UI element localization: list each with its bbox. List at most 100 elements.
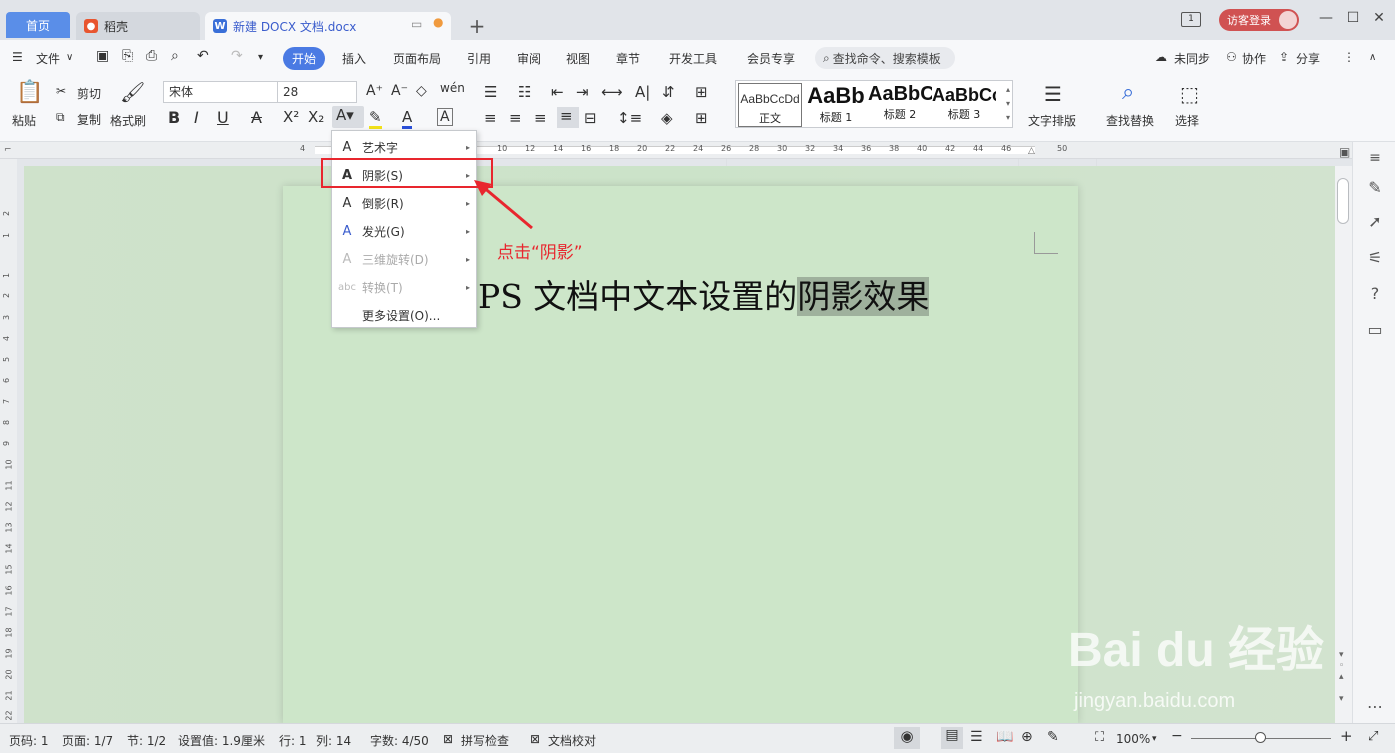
page-view-icon[interactable]: ▤ [941, 727, 963, 749]
sort-icon[interactable]: ⇵ [662, 83, 675, 101]
tab-start[interactable]: 开始 [283, 47, 326, 70]
menu-file[interactable]: 文件 [36, 50, 60, 67]
distribute-icon[interactable]: ⊟ [584, 109, 597, 127]
tab-page-layout[interactable]: 页面布局 [393, 50, 441, 67]
status-page-code[interactable]: 页码: 1 [9, 732, 49, 749]
minimize-button[interactable]: — [1316, 10, 1336, 26]
menu-item-3d-rotation[interactable]: A 三维旋转(D) ▸ [332, 245, 478, 273]
document-text[interactable]: PS 文档中文本设置的阴影效果 [478, 270, 930, 318]
clear-format-icon[interactable]: ◇ [416, 83, 427, 99]
italic-icon[interactable]: I [194, 108, 199, 127]
spell-check-button[interactable]: 拼写检查 [461, 732, 509, 749]
visitor-login-button[interactable]: 访客登录 [1219, 9, 1299, 31]
style-heading2[interactable]: AaBbC 标题 2 [868, 83, 932, 127]
format-painter-button[interactable]: 格式刷 [110, 112, 146, 129]
tab-home[interactable]: 首页 [6, 12, 70, 38]
tab-chapter[interactable]: 章节 [616, 50, 640, 67]
align-right-icon[interactable]: ≡ [534, 109, 547, 127]
screen-icon[interactable]: ▭ [411, 17, 422, 31]
text-effect-icon[interactable]: A▾ [332, 106, 364, 128]
font-color-icon[interactable]: A [402, 108, 413, 129]
proofread-icon[interactable]: ⊠ [530, 732, 540, 746]
find-replace-button[interactable]: 查找替换 [1106, 112, 1154, 129]
find-icon[interactable]: ⌕ [1122, 80, 1134, 105]
box-icon[interactable]: ▭ [1365, 320, 1385, 339]
menu-item-glow[interactable]: A 发光(G) ▸ [332, 217, 478, 245]
tab-developer[interactable]: 开发工具 [669, 50, 717, 67]
scrollbar-thumb[interactable] [1337, 178, 1349, 224]
command-search-input[interactable]: ⌕ 查找命令、搜索模板 [815, 47, 955, 69]
shrink-font-icon[interactable]: A⁻ [391, 83, 408, 99]
maximize-button[interactable]: ☐ [1343, 10, 1363, 26]
zoom-slider-thumb[interactable] [1255, 732, 1266, 743]
numbering-icon[interactable]: ☷ [518, 83, 531, 101]
font-size-select[interactable]: 28 [277, 81, 357, 103]
tab-review[interactable]: 审阅 [517, 50, 541, 67]
font-family-select[interactable]: 宋体 [163, 81, 278, 103]
menu-item-transform[interactable]: abc 转换(T) ▸ [332, 273, 478, 301]
close-button[interactable]: ✕ [1369, 10, 1389, 26]
borders-icon[interactable]: ⊞ [695, 109, 708, 127]
cursor-icon[interactable]: ➚ [1365, 212, 1385, 231]
save-icon[interactable]: ▣ [96, 48, 109, 64]
text-direction-icon[interactable]: A| [635, 83, 650, 101]
outline-view-icon[interactable]: ☰ [970, 729, 983, 745]
status-section[interactable]: 节: 1/2 [127, 732, 166, 749]
status-setting[interactable]: 设置值: 1.9厘米 [178, 732, 265, 749]
redo-icon[interactable]: ↷ [231, 48, 243, 64]
select-icon[interactable]: ⬚ [1180, 82, 1199, 106]
menu-item-wordart[interactable]: A 艺术字 ▸ [332, 133, 478, 161]
zoom-level[interactable]: 100% [1116, 732, 1150, 746]
tab-member[interactable]: 会员专享 [747, 50, 795, 67]
style-heading3[interactable]: AaBbCc 标题 3 [932, 83, 996, 127]
subscript-icon[interactable]: X₂ [308, 108, 324, 126]
status-row[interactable]: 行: 1 [279, 732, 307, 749]
phonetic-icon[interactable]: wén [440, 81, 465, 95]
style-heading1[interactable]: AaBb 标题 1 [804, 83, 868, 127]
line-spacing-icon[interactable]: ↕≡ [617, 109, 642, 127]
export-icon[interactable]: ⎘ [122, 48, 133, 64]
decrease-indent-icon[interactable]: ⇤ [551, 83, 564, 101]
write-view-icon[interactable]: ✎ [1047, 729, 1059, 745]
page-nav-icon[interactable]: ▾ ◦ ▴ ▾ [1339, 650, 1344, 705]
window-count-icon[interactable]: 1 [1181, 12, 1201, 27]
help-icon[interactable]: ? [1365, 284, 1385, 303]
zoom-dropdown-icon[interactable]: ▾ [1152, 734, 1157, 744]
cut-button[interactable]: 剪切 [77, 85, 101, 102]
highlight-icon[interactable]: ✎ [369, 108, 382, 129]
fit-page-icon[interactable]: ⛶ [1095, 730, 1104, 745]
grow-font-icon[interactable]: A⁺ [366, 83, 383, 99]
tab-document[interactable]: W 新建 DOCX 文档.docx ▭ ● [205, 12, 451, 40]
copy-button[interactable]: 复制 [77, 111, 101, 128]
underline-icon[interactable]: U [217, 108, 229, 127]
zoom-in-icon[interactable]: + [1340, 727, 1353, 745]
styles-scroll-icon[interactable]: ▴ ▾ ▾ [1006, 83, 1010, 125]
superscript-icon[interactable]: X² [283, 108, 299, 126]
paste-icon[interactable]: 📋 [16, 80, 43, 105]
more-icon[interactable]: ⋮ [1343, 50, 1355, 64]
copy-icon[interactable]: ⧉ [56, 110, 65, 125]
eye-protection-icon[interactable]: ◉ [894, 727, 920, 749]
text-layout-button[interactable]: 文字排版 [1028, 112, 1076, 129]
proofread-button[interactable]: 文档校对 [548, 732, 596, 749]
pen-icon[interactable]: ✎ [1365, 178, 1385, 197]
text-layout-icon[interactable]: ☰ [1044, 82, 1062, 106]
hamburger-icon[interactable]: ☰ [12, 50, 23, 64]
share-button[interactable]: 分享 [1296, 50, 1320, 67]
status-col[interactable]: 列: 14 [316, 732, 351, 749]
style-normal[interactable]: AaBbCcDd 正文 [738, 83, 802, 127]
vertical-scrollbar[interactable] [1335, 166, 1352, 723]
tab-daoke[interactable]: ● 稻壳 [76, 12, 200, 40]
align-center-icon[interactable]: ≡ [509, 109, 522, 127]
status-page[interactable]: 页面: 1/7 [62, 732, 113, 749]
shading-icon[interactable]: ◈ [661, 109, 673, 127]
new-tab-button[interactable]: + [466, 14, 488, 38]
print-preview-icon[interactable]: ⌕ [171, 48, 179, 64]
bold-icon[interactable]: B [168, 108, 180, 127]
undo-icon[interactable]: ↶ [197, 48, 209, 64]
panel-menu-icon[interactable]: ≡ [1365, 150, 1385, 166]
strikethrough-icon[interactable]: A [251, 108, 262, 127]
fullscreen-icon[interactable]: ⤢ [1368, 729, 1378, 744]
spell-check-icon[interactable]: ⊠ [443, 732, 453, 746]
chevron-down-icon[interactable]: ∨ [66, 52, 73, 63]
